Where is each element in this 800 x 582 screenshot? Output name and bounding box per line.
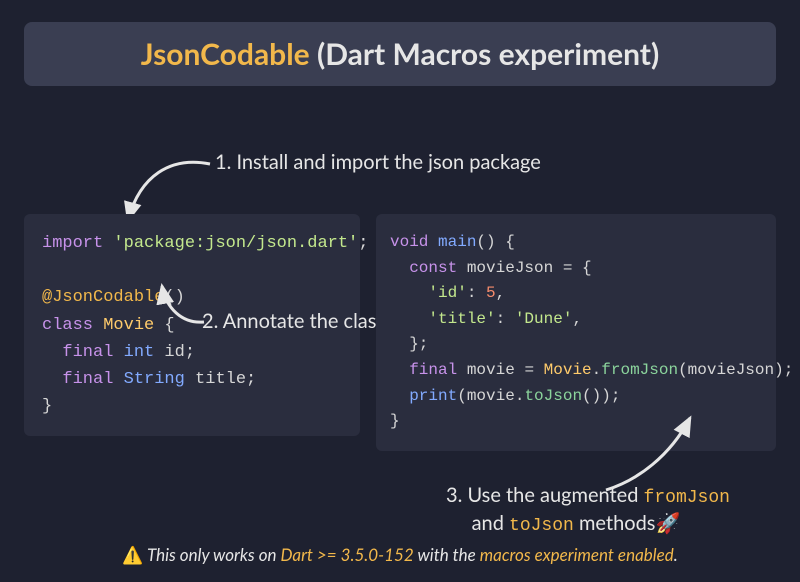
code-block-right: void main() { const movieJson = { 'id': … bbox=[376, 214, 776, 451]
page-title: JsonCodable (Dart Macros experiment) bbox=[24, 22, 776, 86]
warning-icon: ⚠️ bbox=[122, 544, 143, 565]
footer-warning: ⚠️ This only works on Dart >= 3.5.0-152 … bbox=[0, 544, 800, 566]
title-accent: JsonCodable bbox=[141, 36, 310, 72]
annotation-step2: 2. Annotate the class bbox=[202, 309, 385, 333]
annotation-step1: 1. Install and import the json package bbox=[215, 150, 541, 174]
rocket-icon: 🚀 bbox=[655, 511, 680, 535]
title-rest: (Dart Macros experiment) bbox=[310, 36, 660, 72]
annotation-step3: 3. Use the augmented fromJson and toJson… bbox=[446, 482, 730, 539]
